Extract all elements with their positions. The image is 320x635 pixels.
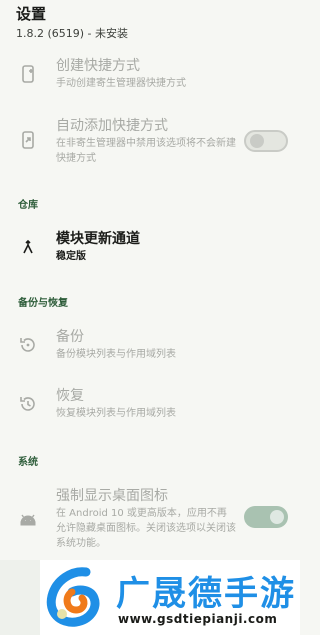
merge-icon — [18, 237, 38, 257]
update-channel-title: 模块更新通道 — [56, 231, 140, 247]
auto-add-shortcut-switch[interactable] — [244, 130, 288, 152]
update-channel-row[interactable]: 模块更新通道 稳定版 — [0, 229, 300, 267]
create-shortcut-title: 创建快捷方式 — [56, 58, 140, 74]
restore-row[interactable]: 恢复 恢复模块列表与作用域列表 — [0, 386, 300, 424]
restore-summary: 恢复模块列表与作用域列表 — [56, 408, 176, 419]
left-panel — [0, 560, 40, 635]
page-title: 设置 — [16, 5, 47, 23]
phone-shortcut-icon — [18, 130, 38, 150]
auto-add-shortcut-title: 自动添加快捷方式 — [56, 118, 168, 134]
brand-logo-icon — [42, 566, 108, 628]
brand-url: www.gsdtiepianji.com — [118, 612, 278, 626]
section-system: 系统 — [18, 457, 38, 468]
auto-add-shortcut-summary: 在非寄生管理器中禁用该选项将不会新建快捷方式 — [56, 138, 236, 164]
watermark-banner: 广晟德手游 www.gsdtiepianji.com — [40, 560, 300, 635]
android-icon — [18, 508, 38, 528]
add-shortcut-icon — [18, 64, 38, 84]
app-bar: 设置 1.8.2 (6519) - 未安装 — [0, 0, 300, 44]
section-backup: 备份与恢复 — [18, 298, 68, 309]
auto-add-shortcut-row[interactable]: 自动添加快捷方式 在非寄生管理器中禁用该选项将不会新建快捷方式 — [0, 116, 300, 168]
switch-thumb — [270, 510, 284, 524]
update-channel-value: 稳定版 — [56, 251, 86, 262]
desktop-icon-title: 强制显示桌面图标 — [56, 488, 168, 504]
create-shortcut-row[interactable]: 创建快捷方式 手动创建寄生管理器快捷方式 — [0, 56, 300, 94]
version-subtitle: 1.8.2 (6519) - 未安装 — [16, 27, 129, 40]
desktop-icon-switch[interactable] — [244, 506, 288, 528]
backup-icon — [18, 335, 38, 355]
backup-summary: 备份模块列表与作用域列表 — [56, 349, 176, 360]
create-shortcut-summary: 手动创建寄生管理器快捷方式 — [56, 78, 186, 89]
restore-title: 恢复 — [56, 388, 84, 404]
desktop-icon-summary: 在 Android 10 或更高版本，应用不再允许隐藏桌面图标。关闭该选项以关闭… — [56, 508, 236, 549]
backup-row[interactable]: 备份 备份模块列表与作用域列表 — [0, 327, 300, 365]
switch-thumb — [250, 134, 264, 148]
brand-name: 广晟德手游 — [116, 574, 296, 614]
section-repo: 仓库 — [18, 200, 38, 211]
backup-title: 备份 — [56, 329, 84, 345]
restore-icon — [18, 394, 38, 414]
desktop-icon-row[interactable]: 强制显示桌面图标 在 Android 10 或更高版本，应用不再允许隐藏桌面图标… — [0, 486, 300, 550]
